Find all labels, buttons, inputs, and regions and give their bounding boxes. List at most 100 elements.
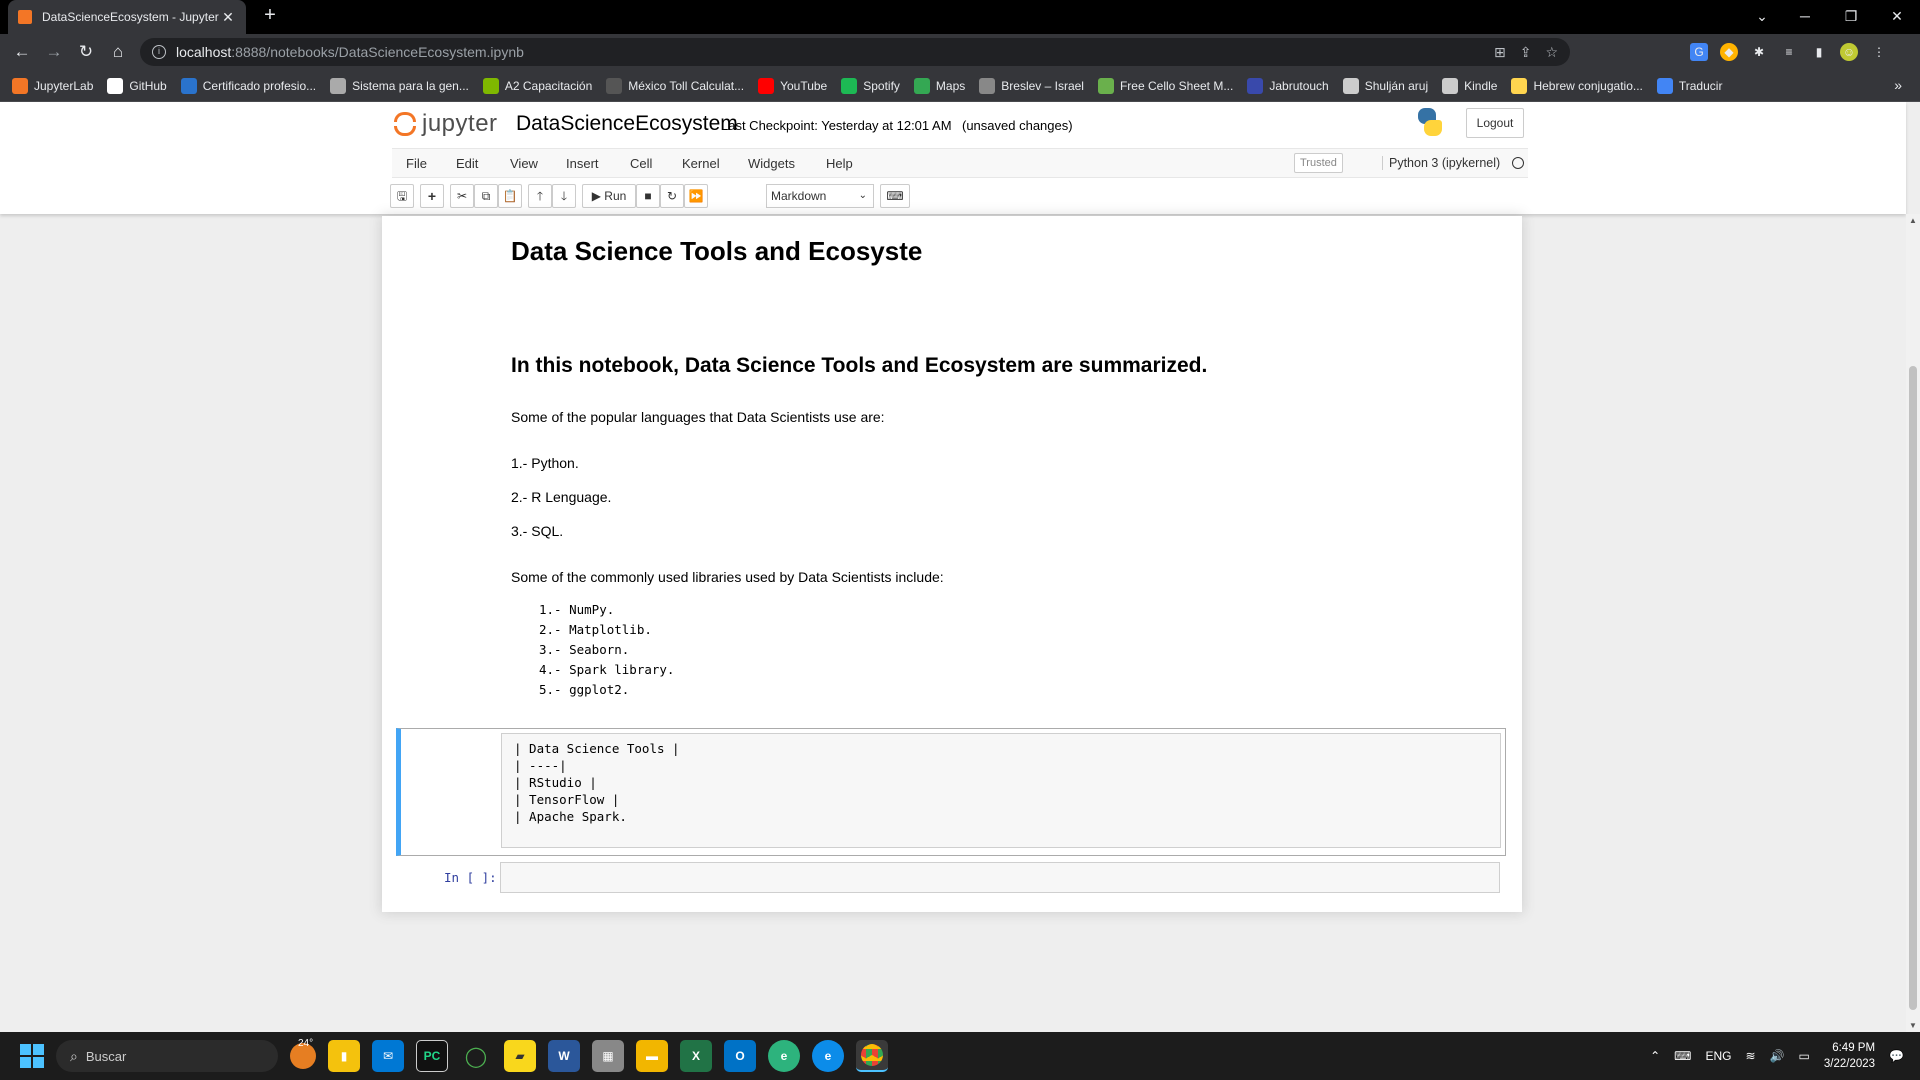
pycharm-icon[interactable]: PC [416, 1040, 448, 1072]
markdown-editor[interactable]: | Data Science Tools | | ----| | RStudio… [501, 733, 1501, 848]
menu-view[interactable]: View [510, 156, 538, 171]
menu-kernel[interactable]: Kernel [682, 156, 720, 171]
profile-avatar-icon[interactable]: ☺ [1840, 43, 1858, 61]
bookmark-item[interactable]: Spotify [841, 77, 900, 94]
address-bar[interactable]: i localhost:8888/notebooks/DataScienceEc… [140, 38, 1570, 66]
trusted-indicator[interactable]: Trusted [1294, 153, 1343, 173]
code-cell[interactable]: In [ ]: [396, 862, 1506, 894]
wifi-icon[interactable]: ≋ [1746, 1049, 1756, 1063]
bookmark-item[interactable]: Breslev – Israel [979, 77, 1084, 94]
scroll-down-icon[interactable]: ▼ [1909, 1021, 1917, 1030]
minimize-button[interactable]: ─ [1782, 0, 1828, 34]
cell-type-select[interactable]: Markdown ⌄ [766, 184, 874, 208]
reading-list-icon[interactable]: ≡ [1780, 43, 1798, 61]
edge-dev-icon[interactable]: e [768, 1040, 800, 1072]
logout-button[interactable]: Logout [1466, 108, 1524, 138]
restore-button[interactable]: ❐ [1828, 0, 1874, 34]
tab-search-icon[interactable]: ⌄ [1742, 0, 1782, 34]
run-button[interactable]: ▶ Run [582, 184, 636, 208]
bookmark-item[interactable]: Free Cello Sheet M... [1097, 77, 1233, 94]
notebook-name[interactable]: DataScienceEcosystem [516, 112, 738, 136]
mail-icon[interactable]: ✉ [372, 1040, 404, 1072]
python-logo-icon [1416, 108, 1444, 136]
extensions-puzzle-icon[interactable]: ✱ [1750, 43, 1768, 61]
edge-icon[interactable]: e [812, 1040, 844, 1072]
restart-run-all-icon[interactable]: ⏩ [684, 184, 708, 208]
bookmark-item[interactable]: Jabrutouch [1247, 77, 1329, 94]
menu-widgets[interactable]: Widgets [748, 156, 795, 171]
file-explorer-icon[interactable]: ▬ [636, 1040, 668, 1072]
bookmark-item[interactable]: Shulján aruj [1342, 77, 1428, 94]
bookmark-item[interactable]: Maps [913, 77, 965, 94]
bookmark-item[interactable]: JupyterLab [12, 77, 93, 94]
bookmark-item[interactable]: Sistema para la gen... [330, 77, 469, 94]
more-bookmarks-button[interactable]: » [1894, 77, 1902, 93]
site-info-icon[interactable]: i [152, 45, 166, 59]
outlook-icon[interactable]: O [724, 1040, 756, 1072]
bookmark-item[interactable]: Kindle [1442, 77, 1497, 94]
bookmark-star-icon[interactable]: ☆ [1545, 44, 1558, 61]
forward-icon[interactable]: → [38, 42, 70, 62]
new-tab-button[interactable]: + [258, 4, 282, 27]
notifications-icon[interactable]: 💬 [1889, 1049, 1904, 1063]
code-input[interactable] [500, 862, 1500, 893]
taskbar-search[interactable]: ⌕ Buscar [56, 1040, 278, 1072]
google-translate-icon[interactable]: G [1690, 43, 1708, 61]
back-icon[interactable]: ← [6, 42, 38, 62]
menu-insert[interactable]: Insert [566, 156, 599, 171]
jupyter-logo[interactable]: jupyter [394, 110, 498, 138]
clock[interactable]: 6:49 PM 3/22/2023 [1824, 1040, 1875, 1072]
autosave-status: (unsaved changes) [962, 118, 1073, 133]
interrupt-icon[interactable]: ■ [636, 184, 660, 208]
share-icon[interactable]: ⇪ [1520, 44, 1532, 61]
battery-icon[interactable]: ▭ [1799, 1049, 1810, 1063]
home-icon[interactable]: ⌂ [102, 42, 134, 62]
close-window-button[interactable]: ✕ [1874, 0, 1920, 34]
scroll-thumb[interactable] [1909, 366, 1917, 1010]
bookmark-item[interactable]: México Toll Calculat... [606, 77, 744, 94]
chrome-icon[interactable] [856, 1040, 888, 1072]
word-icon[interactable]: W [548, 1040, 580, 1072]
extension-compass-icon[interactable]: ◆ [1720, 43, 1738, 61]
browser-tab[interactable]: DataScienceEcosystem - Jupyter ✕ [8, 0, 246, 34]
bookmark-item[interactable]: A2 Capacitación [482, 77, 592, 94]
page-scrollbar[interactable]: ▲ ▼ [1906, 214, 1920, 1032]
bookmark-item[interactable]: Certificado profesio... [180, 77, 316, 94]
paste-icon[interactable]: 📋 [498, 184, 522, 208]
insert-cell-below-icon[interactable]: + [420, 184, 444, 208]
menu-file[interactable]: File [406, 156, 427, 171]
copy-icon[interactable]: ⧉ [474, 184, 498, 208]
command-palette-icon[interactable]: ⌨ [880, 184, 910, 208]
scroll-up-icon[interactable]: ▲ [1909, 216, 1917, 225]
side-panel-icon[interactable]: ▮ [1810, 43, 1828, 61]
selected-markdown-cell[interactable]: | Data Science Tools | | ----| | RStudio… [396, 728, 1506, 856]
cut-icon[interactable]: ✂ [450, 184, 474, 208]
menu-help[interactable]: Help [826, 156, 853, 171]
bookmark-item[interactable]: Hebrew conjugatio... [1511, 77, 1643, 94]
volume-icon[interactable]: 🔊 [1770, 1049, 1785, 1063]
refresh-app-icon[interactable]: ◯ [460, 1040, 492, 1072]
menu-edit[interactable]: Edit [456, 156, 478, 171]
move-up-icon[interactable]: 🡑 [528, 184, 552, 208]
keyboard-icon[interactable]: ⌨ [1674, 1049, 1691, 1063]
show-hidden-icons-icon[interactable]: ⌃ [1650, 1049, 1660, 1063]
reload-icon[interactable]: ↻ [70, 42, 102, 62]
menu-cell[interactable]: Cell [630, 156, 652, 171]
move-down-icon[interactable]: 🡓 [552, 184, 576, 208]
bookmark-item[interactable]: GitHub [107, 77, 167, 94]
windows-start-icon[interactable] [20, 1044, 44, 1068]
bookmark-item[interactable]: YouTube [758, 77, 827, 94]
jabrutouch-icon [1247, 77, 1264, 94]
sticky-notes-icon[interactable]: ▰ [504, 1040, 536, 1072]
power-bi-icon[interactable]: ▮ [328, 1040, 360, 1072]
language-indicator[interactable]: ENG [1706, 1049, 1732, 1063]
excel-icon[interactable]: X [680, 1040, 712, 1072]
save-icon[interactable]: 🖫 [390, 184, 414, 208]
calculator-icon[interactable]: ▦ [592, 1040, 624, 1072]
restart-icon[interactable]: ↻ [660, 184, 684, 208]
youtube-icon [758, 77, 775, 94]
bookmark-item[interactable]: Traducir [1656, 77, 1722, 94]
chrome-menu-icon[interactable]: ⋮ [1870, 43, 1888, 61]
translate-page-icon[interactable]: ⊞ [1494, 44, 1506, 61]
close-tab-icon[interactable]: ✕ [220, 9, 236, 26]
